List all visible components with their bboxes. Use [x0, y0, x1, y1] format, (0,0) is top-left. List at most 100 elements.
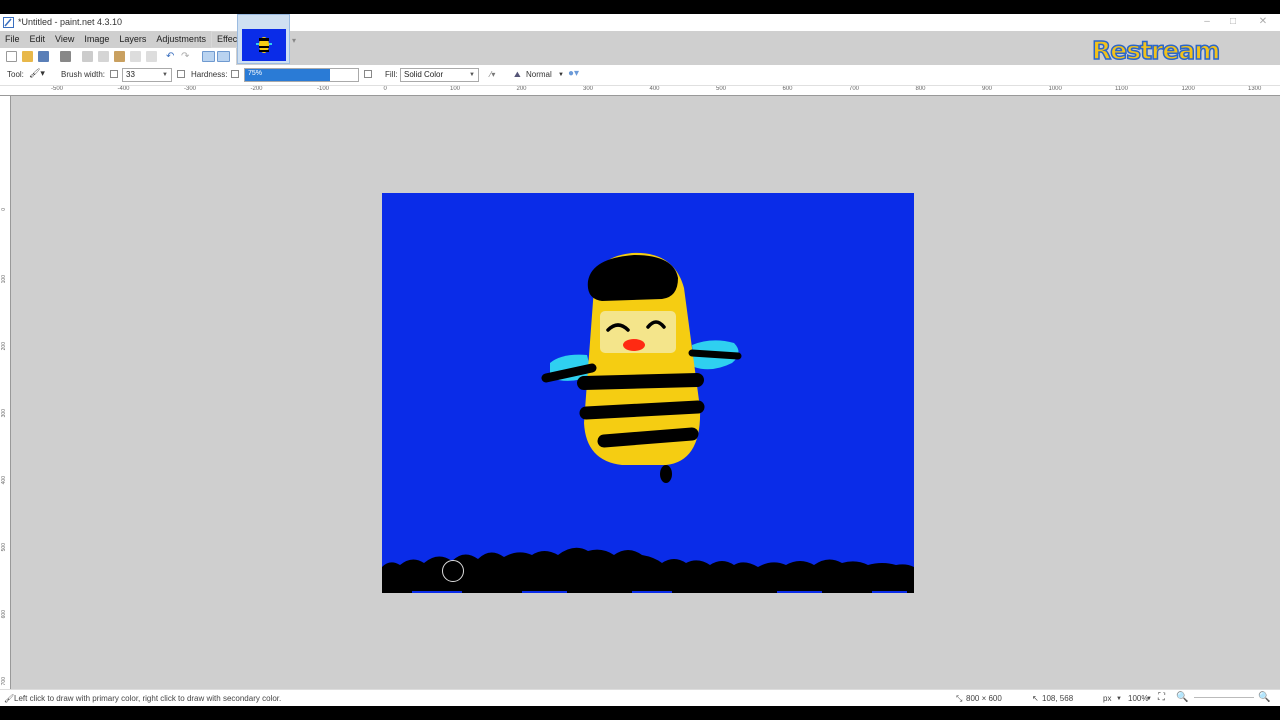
- cut-icon[interactable]: [82, 51, 93, 62]
- paintnet-app-icon: [3, 17, 14, 28]
- menu-file[interactable]: File: [0, 31, 25, 48]
- cursor-position-icon: ↖: [1032, 694, 1039, 703]
- ruler-label: 700: [849, 86, 860, 92]
- open-folder-icon[interactable]: [22, 51, 33, 62]
- menu-layers[interactable]: Layers: [114, 31, 151, 48]
- app-window: *Untitled - paint.net 4.3.10 – □ ✕ File …: [0, 14, 1280, 706]
- ruler-label: 400: [1, 476, 7, 485]
- save-icon[interactable]: [38, 51, 49, 62]
- bee-drawing: [382, 252, 914, 593]
- antialiasing-icon[interactable]: ⁄▾: [490, 70, 495, 79]
- ruler-label: 900: [982, 86, 993, 92]
- ruler-label: 1200: [1181, 86, 1195, 92]
- menu-image[interactable]: Image: [79, 31, 114, 48]
- fill-label: Fill:: [385, 70, 398, 79]
- maximize-button[interactable]: □: [1224, 15, 1242, 29]
- ruler-label: 300: [583, 86, 594, 92]
- chevron-down-icon: ▼: [162, 72, 168, 78]
- hardness-label: Hardness:: [191, 70, 228, 79]
- zoom-dropdown-icon[interactable]: ▼: [1146, 696, 1152, 702]
- status-bar: 🖌 Left click to draw with primary color,…: [0, 689, 1280, 706]
- bee-cap: [587, 255, 678, 301]
- brush-width-label: Brush width:: [61, 70, 106, 79]
- ruler-label: 500: [1, 543, 7, 552]
- menu-view[interactable]: View: [50, 31, 79, 48]
- undo-icon[interactable]: ↶: [166, 51, 177, 62]
- ruler-toggle-icon[interactable]: [217, 51, 230, 62]
- zoom-to-window-icon[interactable]: ⛶: [1158, 692, 1165, 703]
- paintbrush-tool-icon[interactable]: 🖌▾: [29, 68, 45, 79]
- units-dropdown-icon[interactable]: ▼: [1116, 696, 1122, 702]
- image-size: 800 × 600: [966, 694, 1002, 703]
- image-size-icon: ⤡: [956, 694, 963, 703]
- window-title: *Untitled - paint.net 4.3.10: [18, 17, 123, 27]
- ruler-label: 0: [383, 86, 387, 92]
- antialias-icon[interactable]: [231, 70, 239, 78]
- copy-icon[interactable]: [98, 51, 109, 62]
- hardness-slider[interactable]: 75%: [244, 68, 359, 82]
- menu-bar: File Edit View Image Layers Adjustments …: [0, 31, 251, 48]
- menu-adjustments[interactable]: Adjustments: [151, 31, 211, 48]
- menu-edit[interactable]: Edit: [25, 31, 51, 48]
- hardness-toggle-icon[interactable]: [177, 70, 185, 78]
- status-hint-icon: 🖌: [4, 694, 15, 703]
- stripe-3: [597, 427, 699, 448]
- units-select[interactable]: px: [1103, 694, 1111, 703]
- ruler-label: 0: [1, 208, 7, 211]
- paste-icon[interactable]: [114, 51, 125, 62]
- fill-mode-combo[interactable]: Solid Color ▼: [400, 68, 479, 82]
- redo-icon[interactable]: ↷: [181, 51, 192, 62]
- brush-width-toggle-icon[interactable]: [110, 70, 118, 78]
- zoom-out-icon[interactable]: 🔍: [1176, 692, 1188, 703]
- hardness-value: 75%: [248, 70, 263, 77]
- ruler-label: 600: [782, 86, 793, 92]
- hardness-reset-icon[interactable]: [364, 70, 372, 78]
- main-toolbar: ↶ ↷: [0, 48, 236, 65]
- brush-width-combo[interactable]: 33 ▼: [122, 68, 172, 82]
- ruler-label: 300: [1, 409, 7, 418]
- minimize-button[interactable]: –: [1198, 15, 1216, 29]
- right-wing-stroke: [688, 349, 742, 360]
- tab-dropdown-icon[interactable]: ▾: [292, 36, 296, 45]
- chevron-down-icon: ▼: [469, 72, 475, 78]
- ruler-label: -100: [317, 86, 330, 92]
- blend-mode-dropdown-icon[interactable]: ▼: [558, 72, 564, 78]
- ruler-label: 100: [1, 275, 7, 284]
- restream-watermark: Restream: [1091, 35, 1221, 66]
- deselect-icon[interactable]: [146, 51, 157, 62]
- ruler-label: 700: [1, 677, 7, 686]
- brush-width-value: 33: [126, 70, 135, 79]
- horizontal-ruler: -500 -400 -300 -200 -100 0 100 200 300 400 500 600 7…: [0, 86, 1280, 96]
- vertical-ruler: 0 100 200 300 400 500 600 700: [0, 96, 11, 698]
- tool-options-bar: Tool: 🖌▾ Brush width: 33 ▼ Hardness: 75%…: [0, 65, 1280, 86]
- ruler-label: -300: [184, 86, 197, 92]
- ruler-label: 200: [516, 86, 527, 92]
- stripe-2: [579, 400, 705, 420]
- ruler-label: 500: [716, 86, 727, 92]
- grid-view-icon[interactable]: [202, 51, 215, 62]
- ruler-label: -500: [51, 86, 64, 92]
- title-bar: *Untitled - paint.net 4.3.10 – □ ✕: [0, 14, 1280, 31]
- mouth: [623, 339, 645, 351]
- close-button[interactable]: ✕: [1254, 15, 1272, 29]
- image-canvas[interactable]: [382, 193, 914, 593]
- alpha-blending-icon[interactable]: ●▾: [568, 68, 579, 79]
- crop-icon[interactable]: [130, 51, 141, 62]
- ruler-label: 600: [1, 610, 7, 619]
- ruler-label: -400: [117, 86, 130, 92]
- status-hint: Left click to draw with primary color, r…: [14, 694, 282, 703]
- cursor-position: 108, 568: [1042, 694, 1074, 703]
- stinger: [660, 465, 672, 483]
- image-tab-thumbnail[interactable]: [237, 14, 290, 64]
- blend-mode-value[interactable]: Normal: [526, 70, 552, 79]
- ruler-label: 1100: [1115, 86, 1128, 92]
- zoom-in-icon[interactable]: 🔍: [1258, 692, 1270, 703]
- new-file-icon[interactable]: [6, 51, 17, 62]
- blend-mode-icon: ⛰: [514, 70, 521, 79]
- ruler-label: -200: [250, 86, 263, 92]
- stripe-1: [577, 373, 704, 390]
- ruler-label: 1000: [1048, 86, 1062, 92]
- print-icon[interactable]: [60, 51, 71, 62]
- ruler-label: 400: [649, 86, 660, 92]
- zoom-slider[interactable]: [1194, 697, 1254, 706]
